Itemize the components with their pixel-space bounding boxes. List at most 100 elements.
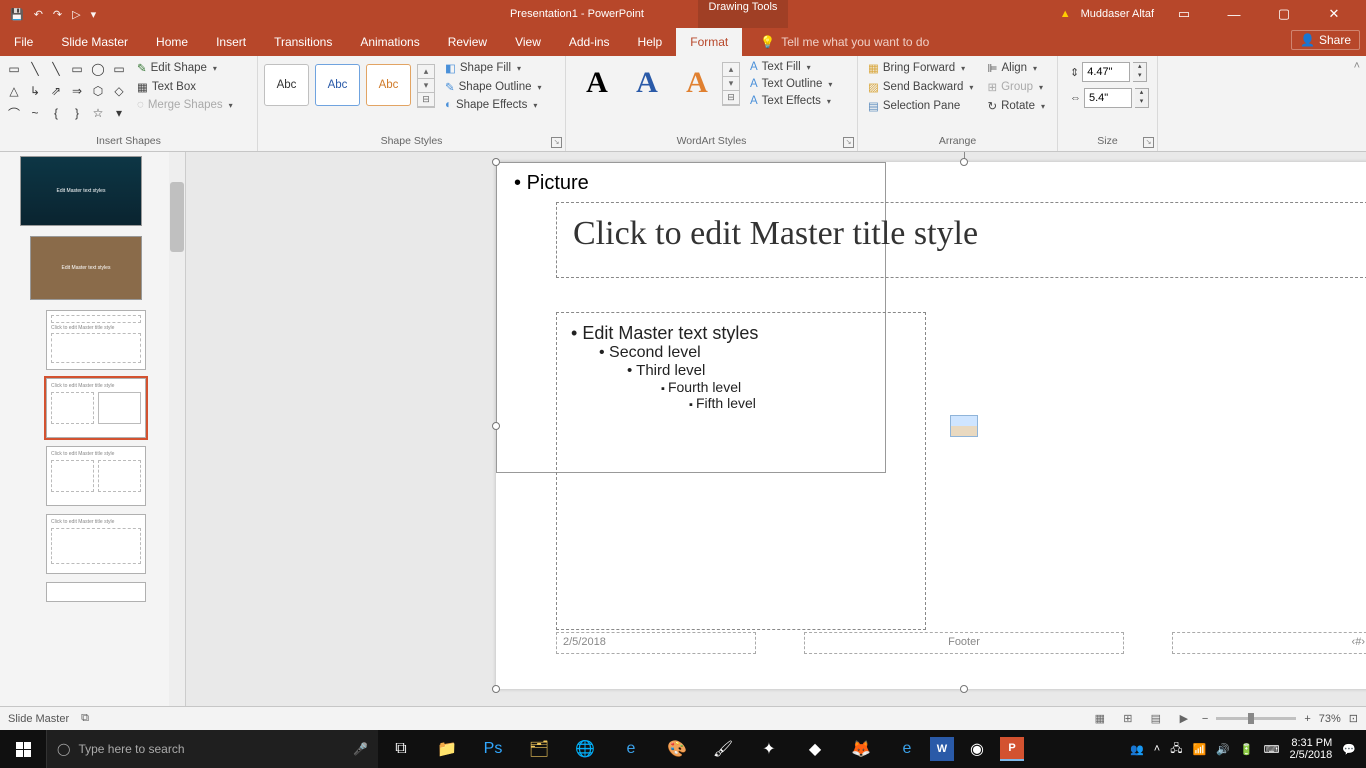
rotate-button[interactable]: ↻Rotate▾: [983, 98, 1049, 114]
qat-more-button[interactable]: ▾: [91, 8, 97, 21]
thumbnail-scrollbar[interactable]: [169, 152, 185, 706]
tab-format[interactable]: Format: [676, 28, 742, 56]
mic-icon[interactable]: 🎤: [353, 742, 368, 756]
layout-thumbnail[interactable]: Click to edit Master title style: [46, 514, 146, 574]
bring-forward-button[interactable]: ▦Bring Forward▾: [864, 60, 977, 76]
tab-animations[interactable]: Animations: [346, 28, 433, 56]
selection-handle[interactable]: [492, 158, 500, 166]
app-icon[interactable]: 🎨: [654, 730, 700, 768]
folder-icon[interactable]: 🗂: [516, 730, 562, 768]
width-input[interactable]: ⇔ ▴▾: [1070, 88, 1151, 108]
zoom-in-button[interactable]: +: [1304, 713, 1310, 725]
chrome-icon[interactable]: 🌐: [562, 730, 608, 768]
file-explorer-icon[interactable]: 📁: [424, 730, 470, 768]
save-button[interactable]: 💾: [10, 8, 24, 21]
text-fill-button[interactable]: AText Fill▾: [746, 60, 836, 74]
share-button[interactable]: 👤 Share: [1291, 30, 1360, 50]
battery-icon[interactable]: 🔋: [1240, 743, 1254, 756]
shape-effects-button[interactable]: ◐Shape Effects▾: [441, 98, 546, 112]
wordart-thumb[interactable]: A: [572, 62, 622, 104]
photoshop-icon[interactable]: Ps: [470, 730, 516, 768]
redo-button[interactable]: ↷: [53, 8, 62, 21]
wordart-thumb[interactable]: A: [622, 62, 672, 104]
style-thumb[interactable]: Abc: [366, 64, 411, 106]
tab-addins[interactable]: Add-ins: [555, 28, 624, 56]
clock[interactable]: 8:31 PM 2/5/2018: [1289, 737, 1332, 761]
edit-shape-button[interactable]: ✎Edit Shape▾: [133, 60, 237, 76]
layout-thumbnail-selected[interactable]: Click to edit Master title style: [46, 378, 146, 438]
tab-insert[interactable]: Insert: [202, 28, 260, 56]
task-view-button[interactable]: ⧉: [378, 730, 424, 768]
slideshow-button[interactable]: ▶: [1174, 711, 1194, 727]
layout-thumbnail[interactable]: Click to edit Master title style: [46, 310, 146, 370]
master-thumbnail[interactable]: Edit Master text styles: [30, 236, 142, 300]
account-name[interactable]: Muddaser Altaf: [1081, 8, 1154, 20]
reading-view-button[interactable]: ▤: [1146, 711, 1166, 727]
zoom-level[interactable]: 73%: [1319, 713, 1341, 725]
shape-fill-button[interactable]: ◧Shape Fill▾: [441, 60, 546, 76]
tab-transitions[interactable]: Transitions: [260, 28, 346, 56]
text-placeholder[interactable]: Edit Master text styles Second level Thi…: [556, 312, 926, 630]
edge-icon[interactable]: e: [884, 730, 930, 768]
selection-handle[interactable]: [960, 158, 968, 166]
shape-styles-gallery[interactable]: Abc Abc Abc ▴▾⊟: [264, 64, 435, 108]
app-icon[interactable]: ✦: [746, 730, 792, 768]
text-box-button[interactable]: ▦Text Box: [133, 79, 237, 95]
selection-handle[interactable]: [960, 685, 968, 693]
shapes-gallery[interactable]: ▭╲╲▭◯▭ △↳⇗⇒⬡◇ ⌒~{}☆▾: [6, 60, 127, 122]
layout-thumbnail[interactable]: Click to edit Master title style: [46, 446, 146, 506]
network-icon[interactable]: 🖧: [1170, 740, 1182, 759]
page-number-placeholder[interactable]: ‹#›: [1172, 632, 1366, 654]
undo-button[interactable]: ↶: [34, 8, 43, 21]
align-button[interactable]: ⊫Align▾: [983, 60, 1049, 76]
date-placeholder[interactable]: 2/5/2018: [556, 632, 756, 654]
text-effects-button[interactable]: AText Effects▾: [746, 94, 836, 108]
text-outline-button[interactable]: AText Outline▾: [746, 77, 836, 91]
style-thumb[interactable]: Abc: [264, 64, 309, 106]
language-icon[interactable]: ⌨: [1264, 743, 1280, 756]
dialog-launcher[interactable]: ↘: [1143, 137, 1154, 148]
action-center-icon[interactable]: 💬: [1342, 743, 1356, 756]
close-button[interactable]: ✕: [1314, 0, 1354, 28]
selection-pane-button[interactable]: ▤Selection Pane: [864, 98, 977, 114]
taskbar-search[interactable]: ◯ Type here to search 🎤: [46, 730, 378, 768]
volume-icon[interactable]: 🔊: [1216, 743, 1230, 756]
ribbon-display-button[interactable]: ▭: [1164, 0, 1204, 28]
tell-me-search[interactable]: 💡 Tell me what you want to do: [742, 35, 929, 49]
app-icon[interactable]: ◆: [792, 730, 838, 768]
gallery-scroll[interactable]: ▴▾⊟: [722, 62, 740, 106]
gallery-scroll[interactable]: ▴▾⊟: [417, 64, 435, 108]
normal-view-button[interactable]: ▦: [1090, 711, 1110, 727]
zoom-slider[interactable]: [1216, 717, 1296, 720]
slide-sorter-button[interactable]: ⊞: [1118, 711, 1138, 727]
slide-canvas[interactable]: Click to edit Master title style Edit Ma…: [186, 152, 1366, 706]
master-view-icon[interactable]: ⧉: [81, 712, 89, 725]
collapse-ribbon-button[interactable]: ˄: [1348, 56, 1366, 151]
wordart-thumb[interactable]: A: [672, 62, 722, 104]
powerpoint-icon[interactable]: P: [1000, 737, 1024, 761]
dialog-launcher[interactable]: ↘: [551, 137, 562, 148]
tab-home[interactable]: Home: [142, 28, 202, 56]
paint-icon[interactable]: 🖌: [700, 730, 746, 768]
shape-outline-button[interactable]: ✎Shape Outline▾: [441, 79, 546, 95]
tab-file[interactable]: File: [0, 28, 47, 56]
zoom-out-button[interactable]: −: [1202, 713, 1208, 725]
word-icon[interactable]: W: [930, 737, 954, 761]
wordart-gallery[interactable]: A A A ▴▾⊟: [572, 62, 740, 106]
layout-thumbnail[interactable]: [46, 582, 146, 602]
tab-review[interactable]: Review: [434, 28, 501, 56]
send-backward-button[interactable]: ▨Send Backward▾: [864, 79, 977, 95]
maximize-button[interactable]: ▢: [1264, 0, 1304, 28]
thumbnail-panel[interactable]: Edit Master text styles Edit Master text…: [0, 152, 186, 706]
tray-up-icon[interactable]: ˄: [1154, 743, 1160, 755]
firefox-icon[interactable]: 🦊: [838, 730, 884, 768]
picture-icon[interactable]: [950, 415, 978, 437]
selection-handle[interactable]: [492, 685, 500, 693]
height-input[interactable]: ⇕ ▴▾: [1070, 62, 1151, 82]
people-icon[interactable]: 👥: [1130, 743, 1144, 756]
tab-slide-master[interactable]: Slide Master: [47, 28, 142, 56]
style-thumb[interactable]: Abc: [315, 64, 360, 106]
selection-handle[interactable]: [492, 422, 500, 430]
wifi-icon[interactable]: 📶: [1192, 743, 1206, 756]
master-thumbnail[interactable]: Edit Master text styles: [20, 156, 142, 226]
